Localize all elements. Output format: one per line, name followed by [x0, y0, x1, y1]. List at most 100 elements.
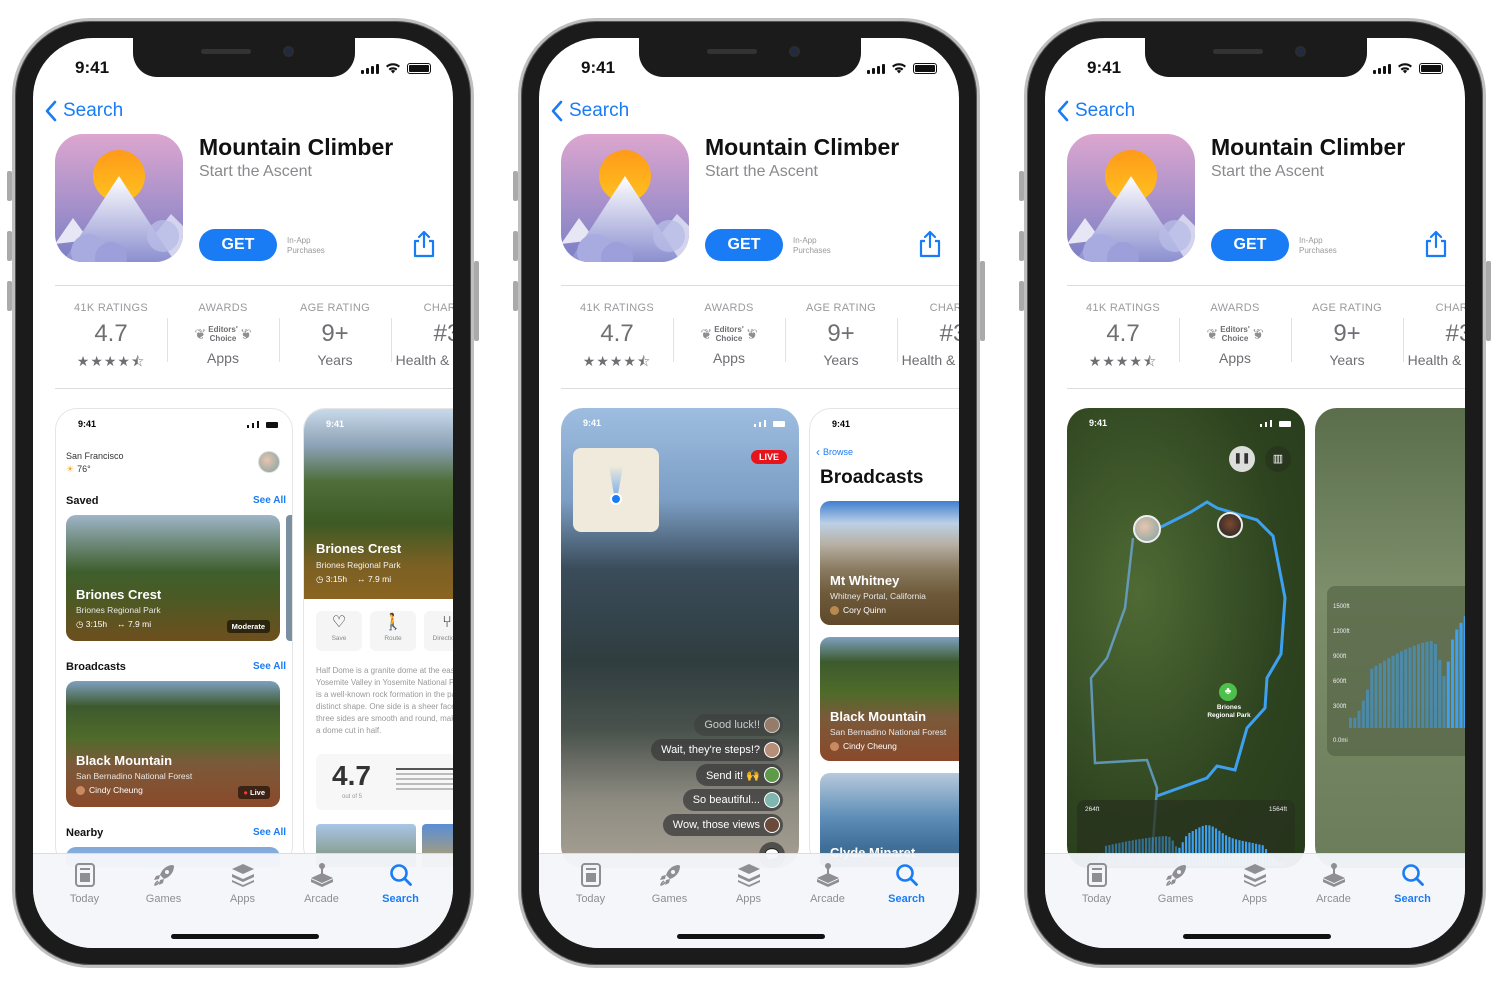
comment-text: Wait, they're steps!? [661, 744, 760, 756]
share-icon[interactable] [411, 230, 437, 258]
rating-sub: out of 5 [342, 794, 363, 800]
tab-search[interactable]: Search [867, 854, 946, 948]
rocket-icon [1165, 865, 1186, 886]
divider [1067, 388, 1465, 389]
status-icons [361, 62, 431, 74]
screenshot-live-broadcast[interactable]: 9:41 LIVE Good luck!! Wait, they're step… [561, 408, 799, 868]
card-subtitle: San Bernadino National Forest [830, 727, 947, 737]
saved-header: Saved [66, 495, 99, 507]
back-to-search-button[interactable]: Search [45, 100, 123, 122]
elevation-bar [1438, 660, 1442, 728]
see-all-broadcasts[interactable]: See All [253, 661, 286, 672]
distance-icon: ↔ 7.9 mi [117, 619, 152, 629]
broadcast-card[interactable]: Black Mountain San Bernadino National Fo… [66, 681, 280, 807]
info-stats-row[interactable]: 41K RATINGS 4.7 ★★★★⯪ AWARDS ❦ Editors' C… [1067, 300, 1465, 375]
elevation-bar [1378, 663, 1382, 728]
elevation-bar-chart [1349, 616, 1465, 728]
comment-text: So beautiful... [692, 794, 760, 806]
get-button[interactable]: GET [705, 229, 783, 261]
back-label: Search [1075, 100, 1136, 121]
see-all-saved[interactable]: See All [253, 495, 286, 506]
app-store-screen: 9:41 Search Mountain Climber Start the A… [1045, 38, 1465, 948]
tab-search[interactable]: Search [1373, 854, 1452, 948]
badge-line1: Editors' [208, 325, 238, 334]
card-title: Black Mountain [830, 709, 927, 724]
age-header: AGE RATING [1311, 302, 1383, 314]
get-button[interactable]: GET [1211, 229, 1289, 261]
ratings-header: 41K RATINGS [1085, 302, 1160, 314]
age-value: 9+ [1333, 320, 1361, 347]
broadcast-card[interactable]: Black Mountain San Bernadino National Fo… [820, 637, 959, 761]
screenshot-trail-detail[interactable]: 9:41 Briones Crest Briones Regional Park… [303, 408, 453, 868]
charts-sub: Health & Fitness [395, 352, 453, 368]
broadcast-card[interactable]: Mt Whitney Whitney Portal, California Co… [820, 501, 959, 625]
share-icon[interactable] [1423, 230, 1449, 258]
in-app-purchases-note: In-App Purchases [287, 236, 325, 256]
tab-today[interactable]: Today [45, 854, 124, 948]
see-all-nearby[interactable]: See All [253, 827, 286, 838]
route-action-button[interactable]: 🚶 Route [370, 611, 416, 651]
mini-status-icons [754, 420, 785, 427]
stat-ratings: 41K RATINGS 4.7 ★★★★⯪ [55, 300, 167, 375]
awards-sub: Apps [207, 350, 239, 366]
difficulty-badge: Moderate [226, 620, 270, 633]
card-subtitle: San Bernadino National Forest [76, 771, 193, 781]
chat-comment: Send it! 🙌 [695, 764, 783, 786]
screenshot-elevation-chart[interactable]: 1500ft 1200ft 900ft 600ft 300ft 0.0mi [1315, 408, 1465, 868]
weather: ☀ 76° [66, 464, 91, 475]
tab-label: Search [888, 893, 925, 905]
tab-label: Games [1157, 893, 1194, 905]
get-button[interactable]: GET [199, 229, 277, 261]
hiker-avatar[interactable] [1133, 515, 1161, 543]
home-indicator[interactable] [171, 934, 319, 939]
directions-action-button[interactable]: ⑂ Directions [424, 611, 453, 651]
user-avatar [764, 742, 780, 758]
home-indicator[interactable] [1183, 934, 1331, 939]
awards-sub: Apps [713, 350, 745, 366]
app-subtitle: Start the Ascent [1211, 163, 1324, 180]
tab-today[interactable]: Today [551, 854, 630, 948]
awards-sub: Apps [1219, 350, 1251, 366]
signal-icon [1373, 64, 1391, 74]
save-action-button[interactable]: ♡ Save [316, 611, 362, 651]
avatar[interactable] [258, 451, 280, 473]
elevation-bar [1387, 658, 1391, 728]
info-stats-row[interactable]: 41K RATINGS 4.7 ★★★★⯪ AWARDS ❦ Editors' C… [561, 300, 959, 375]
notch [639, 38, 861, 77]
laurel-left-icon: ❦ [1206, 325, 1219, 342]
trail-meta: ◷ 3:15h ↔ 7.9 mi [316, 574, 392, 584]
hiker-avatar[interactable] [1217, 512, 1243, 538]
joystick-icon [816, 863, 839, 887]
screenshot-home[interactable]: 9:41 San Francisco ☀ 76° Saved See All Br… [55, 408, 293, 868]
elevation-bar [1404, 649, 1408, 728]
age-value: 9+ [827, 320, 855, 347]
tab-today[interactable]: Today [1057, 854, 1136, 948]
app-icon [55, 134, 183, 262]
user-avatar [76, 785, 85, 795]
share-icon[interactable] [917, 230, 943, 258]
tab-search[interactable]: Search [361, 854, 440, 948]
badge-line2: Choice [715, 334, 743, 343]
elevation-chart-panel: 1500ft 1200ft 900ft 600ft 300ft 0.0mi [1327, 586, 1465, 756]
laurel-right-icon: ❦ [745, 325, 758, 342]
saved-trail-card[interactable]: Briones Crest Briones Regional Park ◷ 3:… [66, 515, 280, 641]
back-to-search-button[interactable]: Search [551, 100, 629, 122]
park-pin-icon[interactable]: ♣ [1219, 683, 1237, 701]
editors-choice-badge: ❦ Editors' Choice ❦ [673, 322, 785, 346]
user-avatar [830, 605, 839, 615]
tab-label: Apps [1241, 893, 1268, 905]
browse-back-button[interactable]: ‹ Browse [816, 445, 853, 459]
screenshot-route-map[interactable]: 9:41 ❚❚ ▥ ♣ Briones Regional Park 264ft 1… [1067, 408, 1305, 868]
status-icons [1373, 62, 1443, 74]
awards-header: AWARDS [198, 302, 248, 314]
star-rating: ★★★★⯪ [1088, 353, 1158, 369]
user-avatar [830, 741, 839, 751]
back-to-search-button[interactable]: Search [1057, 100, 1135, 122]
home-indicator[interactable] [677, 934, 825, 939]
battery-icon [407, 63, 431, 74]
park-label: Briones Regional Park [1199, 704, 1259, 720]
mini-map[interactable] [573, 448, 659, 532]
user-name: Cindy Cheung [89, 785, 143, 795]
screenshot-broadcasts-list[interactable]: 9:41 ‹ Browse Broadcasts Mt Whitney Whitn… [809, 408, 959, 868]
info-stats-row[interactable]: 41K RATINGS 4.7 ★★★★⯪ AWARDS ❦ Editors' C… [55, 300, 453, 375]
